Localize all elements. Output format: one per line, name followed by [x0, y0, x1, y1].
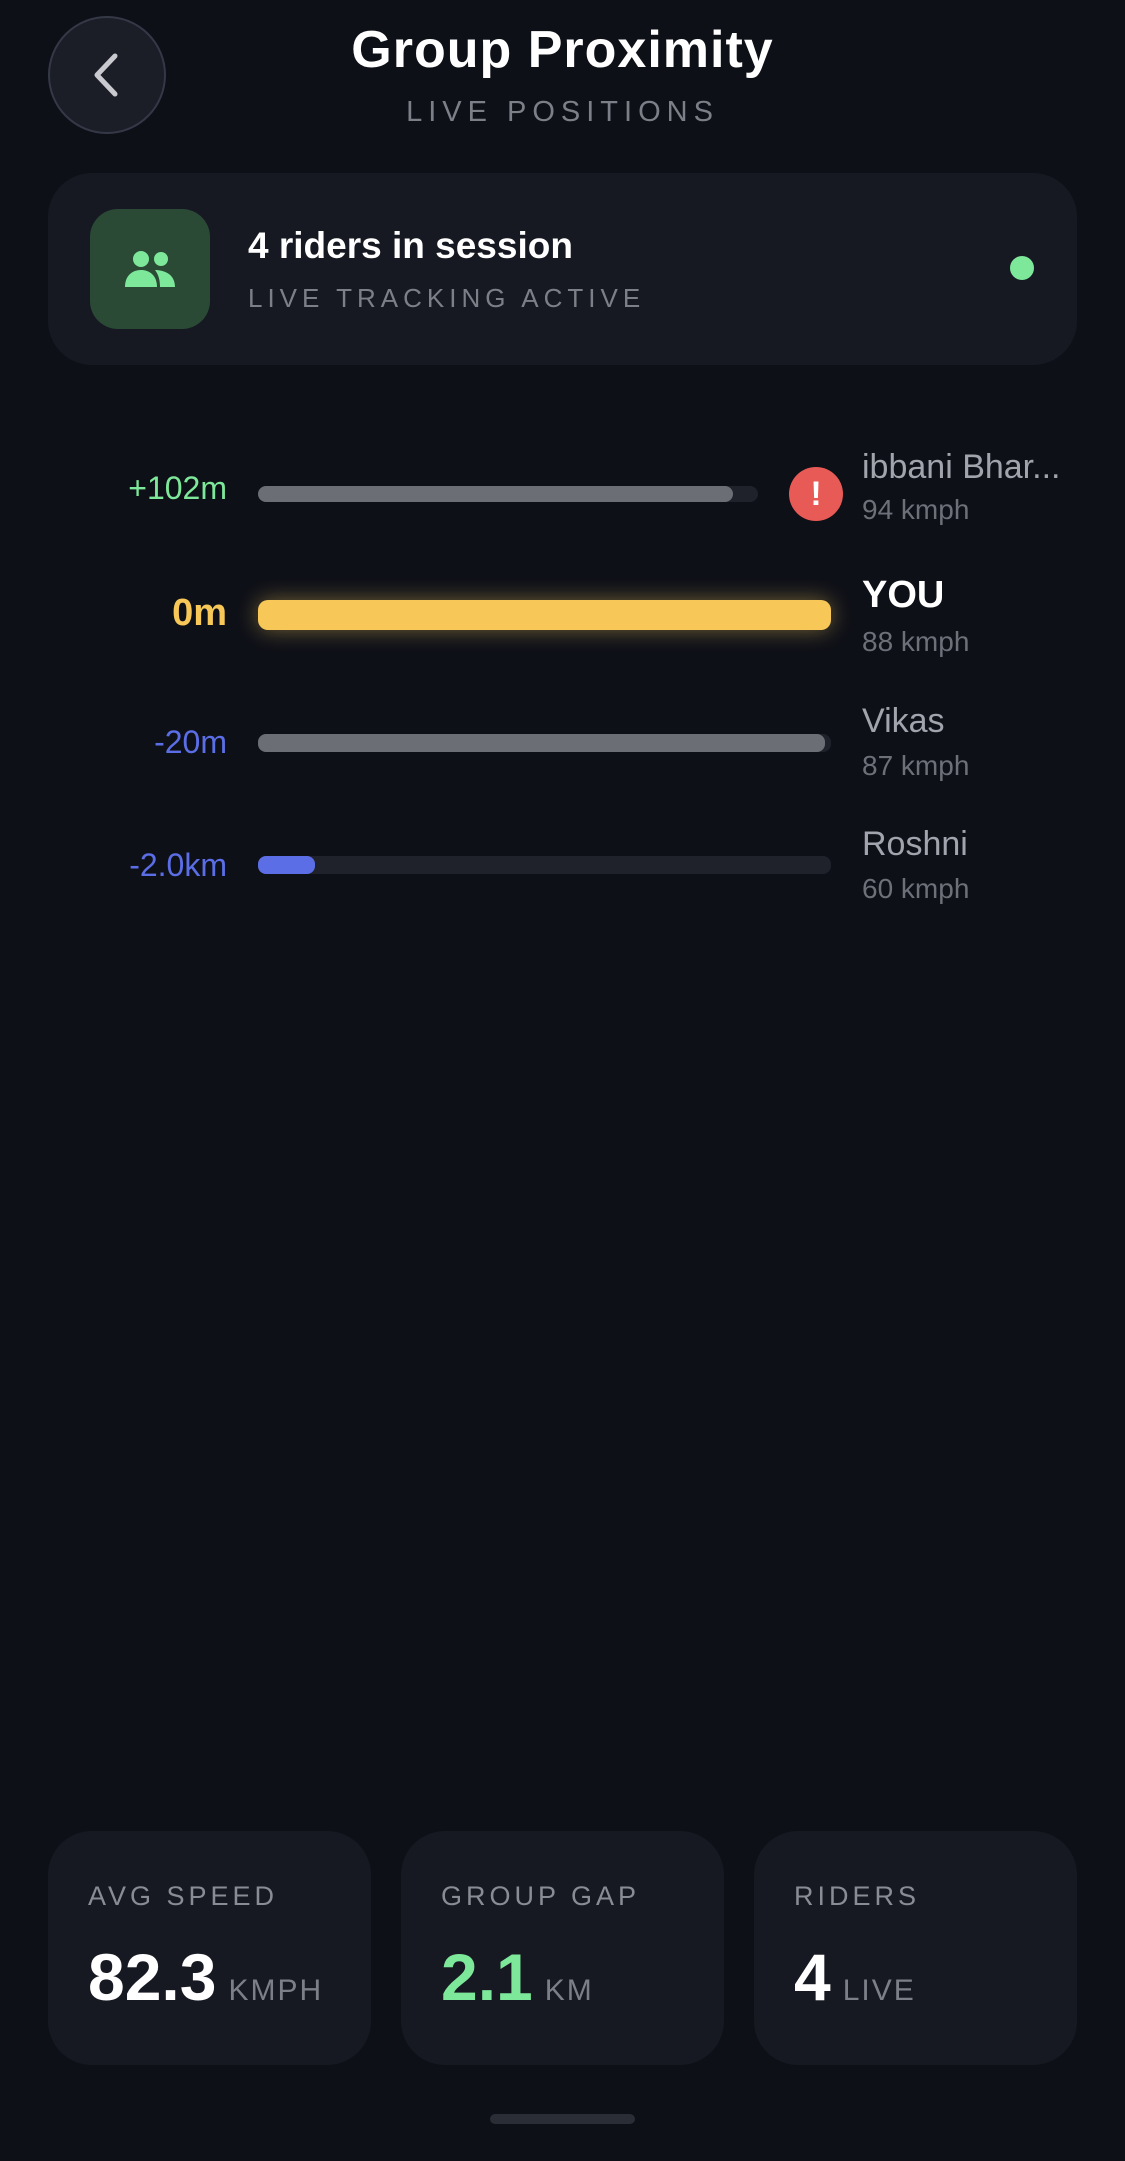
stat-unit: KM	[544, 1974, 594, 2007]
rider-row[interactable]: +102m ! ibbani Bhar... 94 kmph	[0, 440, 1125, 540]
rider-offset: 0m	[172, 592, 227, 634]
rider-row[interactable]: -2.0km Roshni 60 kmph	[0, 825, 1125, 925]
rider-row[interactable]: -20m Vikas 87 kmph	[0, 700, 1125, 800]
home-indicator[interactable]	[490, 2114, 635, 2124]
stat-unit: KMPH	[228, 1974, 324, 2007]
rider-track	[258, 486, 758, 502]
stat-card-avg-speed: AVG SPEED 82.3 KMPH	[48, 1831, 371, 2065]
group-icon	[90, 209, 210, 329]
session-status: LIVE TRACKING ACTIVE	[248, 283, 646, 313]
rider-offset: -20m	[154, 724, 227, 760]
rider-name: Vikas	[862, 702, 945, 740]
rider-track	[258, 734, 831, 752]
rider-name: ibbani Bhar...	[862, 448, 1061, 486]
rider-offset: -2.0km	[129, 847, 227, 883]
live-status-dot	[1010, 256, 1034, 280]
rider-progress-fill	[258, 600, 831, 630]
rider-speed: 60 kmph	[862, 873, 970, 904]
rider-name: Roshni	[862, 825, 968, 863]
rider-name: YOU	[862, 574, 945, 616]
session-title: 4 riders in session	[248, 225, 573, 266]
rider-track	[258, 856, 831, 874]
stat-value: 2.1	[441, 1940, 533, 2014]
rider-progress-fill	[258, 856, 316, 874]
stat-card-group-gap: GROUP GAP 2.1 KM	[401, 1831, 724, 2065]
stat-label: RIDERS	[794, 1881, 921, 1911]
stat-label: GROUP GAP	[441, 1881, 641, 1911]
page-subtitle: LIVE POSITIONS	[406, 96, 719, 128]
page-title: Group Proximity	[351, 21, 774, 79]
stat-label: AVG SPEED	[88, 1881, 279, 1911]
stat-unit: LIVE	[842, 1974, 916, 2007]
rider-track	[258, 600, 831, 630]
rider-speed: 88 kmph	[862, 626, 970, 657]
session-card: 4 riders in session LIVE TRACKING ACTIVE	[48, 173, 1077, 365]
stat-value: 82.3	[88, 1940, 217, 2014]
stat-value: 4	[794, 1940, 831, 2014]
rider-offset: +102m	[128, 470, 227, 506]
alert-icon[interactable]: !	[789, 467, 843, 521]
rider-progress-fill	[258, 734, 826, 752]
rider-row[interactable]: 0m YOU 88 kmph	[0, 570, 1125, 670]
rider-speed: 87 kmph	[862, 750, 970, 781]
rider-progress-fill	[258, 486, 733, 502]
rider-speed: 94 kmph	[862, 494, 970, 525]
stat-card-riders: RIDERS 4 LIVE	[754, 1831, 1077, 2065]
